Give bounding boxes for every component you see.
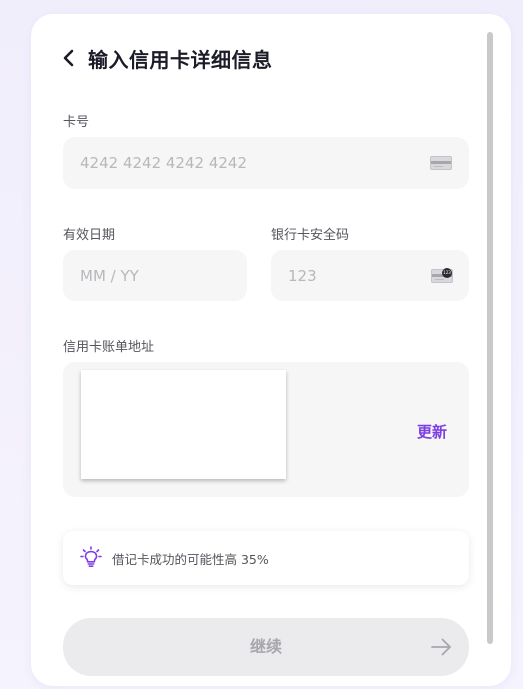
arrow-right-icon xyxy=(431,638,451,656)
billing-address-preview xyxy=(81,370,286,479)
expiry-label: 有效日期 xyxy=(63,228,116,243)
chevron-left-icon[interactable] xyxy=(61,49,77,67)
cvc-field[interactable]: 123 xyxy=(271,250,469,301)
expiry-field[interactable] xyxy=(63,250,247,301)
tip-text: 借记卡成功的可能性高 35% xyxy=(112,552,269,567)
expiry-input[interactable] xyxy=(80,250,230,301)
page-background: 输入信用卡详细信息 卡号 有效日期 银行卡安全码 123 信用卡账单地址 更新 xyxy=(0,0,523,689)
billing-address-label: 信用卡账单地址 xyxy=(63,340,155,355)
cvc-label: 银行卡安全码 xyxy=(271,228,350,243)
cvc-badge: 123 xyxy=(442,268,452,278)
continue-button-label: 继续 xyxy=(249,637,282,656)
page-title: 输入信用卡详细信息 xyxy=(88,48,273,72)
lightbulb-icon xyxy=(80,546,102,568)
scrollbar[interactable] xyxy=(487,32,493,644)
continue-button[interactable]: 继续 xyxy=(63,618,469,676)
update-address-link[interactable]: 更新 xyxy=(417,421,447,442)
card-number-input[interactable] xyxy=(80,137,410,189)
cvc-input[interactable] xyxy=(288,250,418,301)
credit-card-icon xyxy=(430,156,452,170)
card-number-field[interactable] xyxy=(63,137,469,189)
card-number-label: 卡号 xyxy=(63,115,90,130)
